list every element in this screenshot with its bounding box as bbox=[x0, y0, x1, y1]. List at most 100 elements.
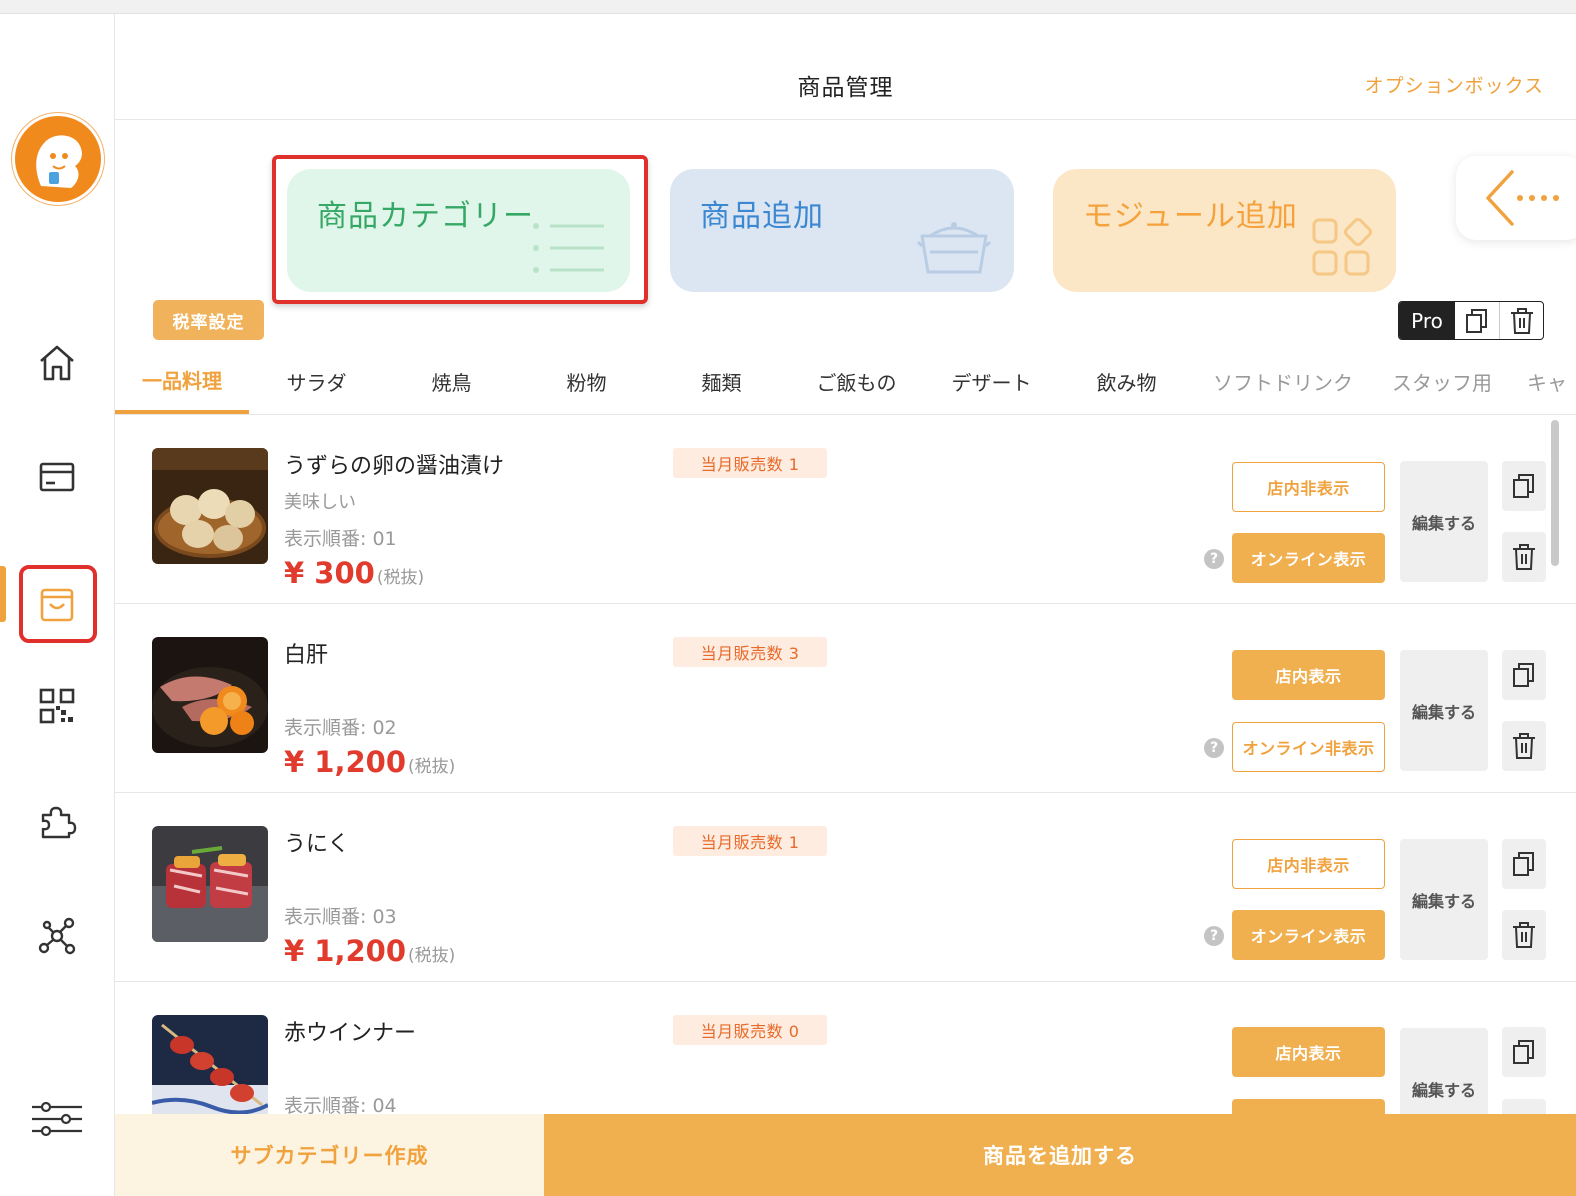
store-visibility-button[interactable]: 店内表示 bbox=[1232, 1027, 1385, 1077]
puzzle-icon bbox=[41, 806, 77, 839]
chevron-left-more-icon bbox=[1486, 170, 1559, 226]
category-card-highlight-box bbox=[272, 155, 648, 304]
page-title: 商品管理 bbox=[797, 75, 894, 101]
copy-product-button[interactable] bbox=[1502, 839, 1546, 889]
sidebar-item-payment[interactable] bbox=[30, 450, 84, 504]
online-visibility-button[interactable]: オンライン非表示 bbox=[1232, 722, 1385, 772]
copy-product-button[interactable] bbox=[1502, 650, 1546, 700]
delete-product-button[interactable] bbox=[1502, 532, 1546, 582]
pot-icon bbox=[916, 216, 992, 282]
product-row: うずらの卵の醤油漬け 美味しい 表示順番: 01 ¥ 300 (税抜) 当月販売数… bbox=[115, 416, 1576, 604]
product-price: ¥ 1,200 (税抜) bbox=[284, 934, 455, 968]
sidebar bbox=[0, 14, 115, 1196]
create-subcategory-button[interactable]: サブカテゴリー作成 bbox=[115, 1114, 544, 1196]
product-display-order: 表示順番: 02 bbox=[284, 717, 397, 739]
price-tax-note: (税抜) bbox=[376, 568, 425, 588]
list-scrollbar[interactable] bbox=[1551, 420, 1559, 566]
sidebar-item-home[interactable] bbox=[30, 336, 84, 390]
help-icon[interactable]: ? bbox=[1204, 549, 1224, 569]
tab-truncated[interactable]: キャ bbox=[1527, 348, 1576, 414]
sidebar-item-qr[interactable] bbox=[30, 679, 84, 733]
price-tax-note: (税抜) bbox=[408, 757, 456, 777]
product-description: 美味しい bbox=[284, 492, 356, 513]
edit-button[interactable]: 編集する bbox=[1400, 461, 1488, 582]
tab-staff[interactable]: スタッフ用 bbox=[1372, 348, 1512, 414]
trash-icon bbox=[1513, 922, 1535, 948]
tab-ippin[interactable]: 一品料理 bbox=[115, 348, 249, 414]
tab-noodles[interactable]: 麺類 bbox=[654, 348, 789, 414]
pro-toolbar: Pro bbox=[1398, 301, 1544, 340]
sidebar-item-network[interactable] bbox=[30, 909, 84, 963]
tab-rice[interactable]: ご飯もの bbox=[789, 348, 924, 414]
product-row: 白肝 表示順番: 02 ¥ 1,200 (税抜) 当月販売数 3 店内表示 ? オ… bbox=[115, 605, 1576, 793]
add-product-card-label: 商品追加 bbox=[700, 199, 824, 234]
modules-grid-icon bbox=[1310, 216, 1374, 282]
store-visibility-button[interactable]: 店内表示 bbox=[1232, 650, 1385, 700]
delete-product-button[interactable] bbox=[1502, 910, 1546, 960]
pro-delete-button[interactable] bbox=[1499, 302, 1543, 339]
tab-yakitori[interactable]: 焼鳥 bbox=[384, 348, 519, 414]
price-value: ¥ 1,200 bbox=[284, 934, 407, 968]
add-module-card[interactable]: モジュール追加 bbox=[1053, 169, 1396, 292]
sidebar-highlight-box bbox=[19, 565, 97, 643]
online-visibility-button[interactable] bbox=[1232, 1099, 1385, 1114]
price-value: ¥ 1,200 bbox=[284, 745, 407, 779]
help-icon[interactable]: ? bbox=[1204, 926, 1224, 946]
tax-setting-button[interactable]: 税率設定 bbox=[153, 300, 264, 340]
delete-product-button[interactable] bbox=[1502, 721, 1546, 771]
product-row: うにく 表示順番: 03 ¥ 1,200 (税抜) 当月販売数 1 店内非表示 ?… bbox=[115, 794, 1576, 982]
tab-konamono[interactable]: 粉物 bbox=[519, 348, 654, 414]
product-display-order: 表示順番: 01 bbox=[284, 528, 397, 550]
bottom-action-bar: サブカテゴリー作成 商品を追加する bbox=[115, 1114, 1576, 1196]
online-visibility-button[interactable]: オンライン表示 bbox=[1232, 910, 1385, 960]
sidebar-item-modules[interactable] bbox=[30, 794, 84, 848]
network-icon bbox=[38, 917, 76, 955]
home-icon bbox=[40, 345, 74, 381]
copy-icon bbox=[1513, 852, 1534, 876]
price-value: ¥ 300 bbox=[284, 556, 375, 590]
product-price: ¥ 300 (税抜) bbox=[284, 556, 424, 590]
store-visibility-button[interactable]: 店内非表示 bbox=[1232, 839, 1385, 889]
product-price: ¥ 1,200 (税抜) bbox=[284, 745, 455, 779]
copy-product-button[interactable] bbox=[1502, 461, 1546, 511]
tab-dessert[interactable]: デザート bbox=[924, 348, 1059, 414]
mascot-logo-icon bbox=[36, 135, 82, 188]
option-box-link[interactable]: オプションボックス bbox=[1365, 71, 1544, 98]
tab-drinks[interactable]: 飲み物 bbox=[1059, 348, 1194, 414]
monthly-sales-badge: 当月販売数 3 bbox=[673, 637, 827, 667]
help-icon[interactable]: ? bbox=[1204, 738, 1224, 758]
edit-button[interactable]: 編集する bbox=[1400, 1028, 1488, 1114]
delete-product-button[interactable] bbox=[1502, 1099, 1546, 1114]
tab-soft-drinks[interactable]: ソフトドリンク bbox=[1194, 348, 1372, 414]
add-module-card-label: モジュール追加 bbox=[1083, 199, 1298, 234]
sidebar-item-settings[interactable] bbox=[30, 1092, 84, 1146]
monthly-sales-badge: 当月販売数 1 bbox=[673, 448, 827, 478]
price-tax-note: (税抜) bbox=[408, 946, 456, 966]
pro-copy-button[interactable] bbox=[1455, 302, 1499, 339]
more-cards-button[interactable] bbox=[1456, 156, 1576, 240]
settings-sliders-icon bbox=[32, 1101, 82, 1137]
trash-icon bbox=[1513, 733, 1535, 759]
edit-button[interactable]: 編集する bbox=[1400, 650, 1488, 771]
header: 商品管理 オプションボックス bbox=[115, 14, 1576, 120]
trash-icon bbox=[1510, 307, 1533, 334]
add-product-card[interactable]: 商品追加 bbox=[670, 169, 1014, 292]
product-name: うにく bbox=[284, 832, 350, 857]
product-photo-shirogimo bbox=[152, 637, 268, 753]
product-name: うずらの卵の醤油漬け bbox=[284, 454, 505, 479]
product-row: 赤ウインナー 表示順番: 04 当月販売数 0 店内表示 編集する bbox=[115, 983, 1576, 1114]
window-top-strip bbox=[0, 0, 1576, 14]
copy-product-button[interactable] bbox=[1502, 1027, 1546, 1077]
monthly-sales-badge: 当月販売数 0 bbox=[673, 1015, 827, 1045]
tab-salad[interactable]: サラダ bbox=[249, 348, 384, 414]
edit-button[interactable]: 編集する bbox=[1400, 839, 1488, 960]
online-visibility-button[interactable]: オンライン表示 bbox=[1232, 533, 1385, 583]
payment-card-icon bbox=[39, 462, 75, 492]
product-photo-quail-eggs bbox=[152, 448, 268, 564]
product-display-order: 表示順番: 03 bbox=[284, 906, 397, 928]
store-visibility-button[interactable]: 店内非表示 bbox=[1232, 462, 1385, 512]
sidebar-active-indicator bbox=[0, 566, 6, 622]
category-tabs: 一品料理 サラダ 焼鳥 粉物 麺類 ご飯もの デザート 飲み物 ソフトドリンク … bbox=[115, 348, 1576, 415]
app-window: 商品管理 オプションボックス 商品カテゴリー 商品追加 モジュール追加 税率設定… bbox=[0, 0, 1576, 1196]
add-product-button[interactable]: 商品を追加する bbox=[544, 1114, 1576, 1196]
